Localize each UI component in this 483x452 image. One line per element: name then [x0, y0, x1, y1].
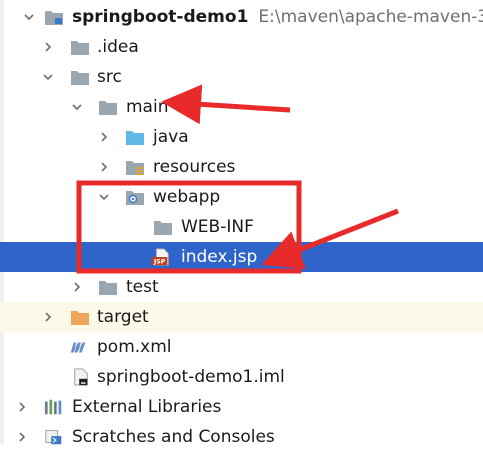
- annotation-arrow-index: [261, 208, 399, 269]
- annotation-highlight-box: [76, 180, 302, 274]
- annotation-overlay: [76, 84, 399, 274]
- annotation-arrow-main: [161, 84, 291, 125]
